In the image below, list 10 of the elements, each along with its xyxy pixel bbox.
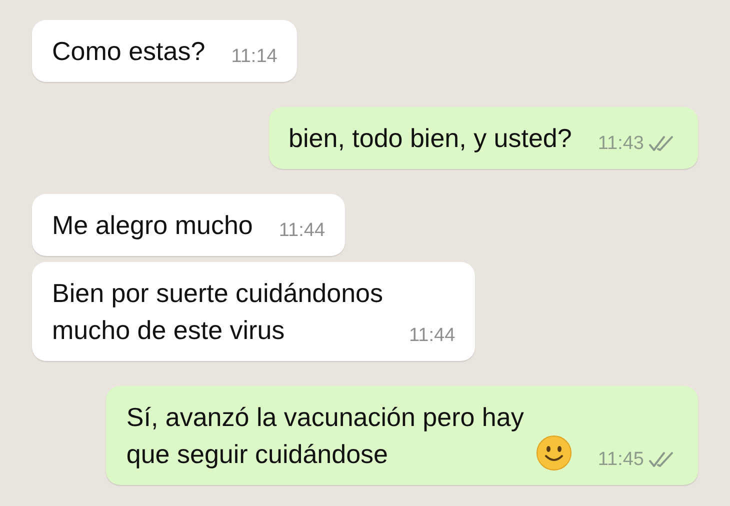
message-time: 11:43 (598, 132, 644, 156)
message-time: 11:44 (409, 324, 456, 348)
message-text: bien, todo bien, y usted? (288, 122, 572, 155)
message-time: 11:14 (231, 45, 278, 69)
message-text: Como estas? (52, 35, 206, 68)
message-text: Bien por suerte cuidándonos mucho de este virus (52, 277, 384, 347)
message-text: Sí, avanzó la vacunación pero hay que seguir cuidándose (126, 401, 524, 471)
message-time: 11:45 (598, 448, 644, 472)
message-time: 11:44 (278, 219, 326, 243)
message-text: Me alegro mucho (52, 209, 253, 242)
